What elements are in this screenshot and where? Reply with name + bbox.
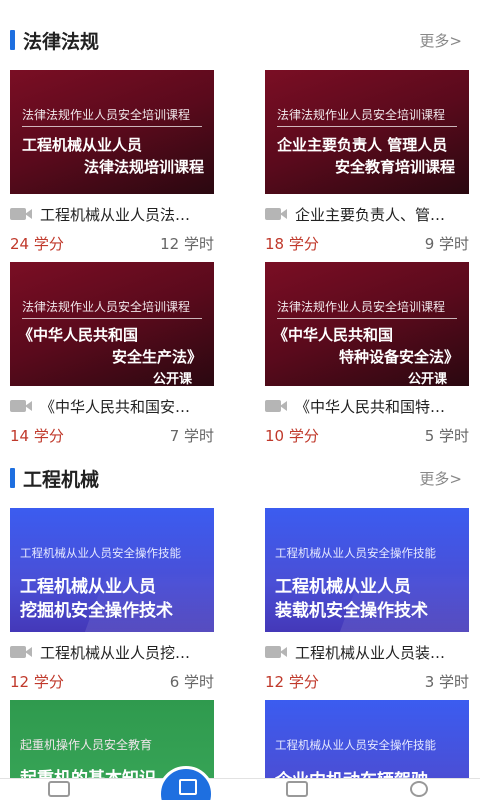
course-card[interactable]: 工程机械从业人员安全操作技能 工程机械从业人员 挖掘机安全操作技术 工程机械从业… (10, 508, 214, 691)
thumbnail-subtitle: 起重机操作人员安全教育 (20, 738, 153, 752)
course-title: 《中华人民共和国安… (40, 397, 191, 416)
video-camera-icon (265, 398, 289, 414)
thumbnail-subtitle: 工程机械从业人员安全操作技能 (20, 546, 181, 560)
course-title: 《中华人民共和国特… (295, 397, 446, 416)
thumbnail-line: 《中华人民共和国 (273, 326, 394, 344)
course-card[interactable]: 工程机械从业人员安全操作技能 工程机械从业人员 装载机安全操作技术 工程机械从业… (265, 508, 469, 691)
thumbnail-line: 法律法规培训课程 (83, 158, 204, 176)
course-thumbnail: 法律法规作业人员安全培训课程 企业主要负责人 管理人员 安全教育培训课程 (265, 70, 469, 194)
thumbnail-line: 安全教育培训课程 (334, 158, 455, 176)
thumbnail-line: 公开课 (152, 372, 192, 386)
bottom-tab-bar (0, 778, 480, 800)
video-camera-icon (10, 206, 34, 222)
message-icon[interactable] (286, 781, 308, 797)
course-hours: 5 学时 (424, 427, 469, 445)
thumbnail-line: 工程机械从业人员 (20, 577, 156, 597)
thumbnail-rule (277, 318, 457, 319)
thumbnail-subtitle: 法律法规作业人员安全培训课程 (22, 108, 191, 122)
home-icon[interactable] (48, 781, 70, 797)
thumbnail-line: 工程机械从业人员 (275, 577, 411, 597)
course-hours: 12 学时 (160, 235, 214, 253)
section-header-laws: 法律法规 更多> (0, 20, 480, 60)
thumbnail-subtitle: 法律法规作业人员安全培训课程 (22, 300, 191, 314)
thumbnail-line: 《中华人民共和国 (18, 326, 139, 344)
thumbnail-rule (22, 318, 202, 319)
thumbnail-line: 特种设备安全法》 (338, 348, 459, 366)
section-header-machinery: 工程机械 更多> (0, 458, 480, 498)
course-title: 企业主要负责人、管… (295, 205, 446, 224)
more-link[interactable]: 更多> (419, 468, 462, 489)
course-hours: 7 学时 (169, 427, 214, 445)
thumbnail-line: 装载机安全操作技术 (275, 601, 428, 621)
course-card[interactable]: 法律法规作业人员安全培训课程 《中华人民共和国 安全生产法》 公开课 《中华人民… (10, 262, 214, 445)
course-thumbnail: 法律法规作业人员安全培训课程 工程机械从业人员 法律法规培训课程 (10, 70, 214, 194)
thumbnail-subtitle: 法律法规作业人员安全培训课程 (277, 108, 446, 122)
thumbnail-subtitle: 法律法规作业人员安全培训课程 (277, 300, 446, 314)
thumbnail-line: 公开课 (407, 372, 447, 386)
course-thumbnail: 法律法规作业人员安全培训课程 《中华人民共和国 特种设备安全法》 公开课 (265, 262, 469, 386)
course-hours: 3 学时 (424, 673, 469, 691)
course-hours: 6 学时 (169, 673, 214, 691)
video-camera-icon (10, 644, 34, 660)
section-accent-bar (10, 30, 15, 50)
thumbnail-subtitle: 工程机械从业人员安全操作技能 (275, 546, 436, 560)
section-accent-bar (10, 468, 15, 488)
course-thumbnail: 工程机械从业人员安全操作技能 工程机械从业人员 装载机安全操作技术 (265, 508, 469, 632)
section-title: 法律法规 (23, 30, 100, 53)
course-hours: 9 学时 (424, 235, 469, 253)
more-link[interactable]: 更多> (419, 30, 462, 51)
course-credit: 12 学分 (265, 673, 319, 691)
course-credit: 12 学分 (10, 673, 64, 691)
section-title: 工程机械 (23, 468, 100, 491)
book-icon (179, 779, 197, 795)
thumbnail-rule (277, 126, 457, 127)
thumbnail-line: 挖掘机安全操作技术 (20, 601, 173, 621)
course-thumbnail: 工程机械从业人员安全操作技能 工程机械从业人员 挖掘机安全操作技术 (10, 508, 214, 632)
video-camera-icon (10, 398, 34, 414)
thumbnail-line: 安全生产法》 (111, 348, 202, 366)
course-credit: 14 学分 (10, 427, 64, 445)
course-title: 工程机械从业人员法… (40, 205, 191, 224)
course-card[interactable]: 法律法规作业人员安全培训课程 《中华人民共和国 特种设备安全法》 公开课 《中华… (265, 262, 469, 445)
course-title: 工程机械从业人员挖… (40, 643, 191, 662)
course-credit: 24 学分 (10, 235, 64, 253)
profile-icon[interactable] (410, 781, 428, 797)
thumbnail-line: 工程机械从业人员 (22, 136, 143, 154)
course-credit: 10 学分 (265, 427, 319, 445)
course-credit: 18 学分 (265, 235, 319, 253)
course-card[interactable]: 法律法规作业人员安全培训课程 企业主要负责人 管理人员 安全教育培训课程 企业主… (265, 70, 469, 253)
course-title: 工程机械从业人员装… (295, 643, 446, 662)
thumbnail-subtitle: 工程机械从业人员安全操作技能 (275, 738, 436, 752)
thumbnail-rule (22, 126, 202, 127)
video-camera-icon (265, 206, 289, 222)
thumbnail-line: 企业主要负责人 管理人员 (277, 136, 448, 154)
course-card[interactable]: 法律法规作业人员安全培训课程 工程机械从业人员 法律法规培训课程 工程机械从业人… (10, 70, 214, 253)
course-thumbnail: 法律法规作业人员安全培训课程 《中华人民共和国 安全生产法》 公开课 (10, 262, 214, 386)
video-camera-icon (265, 644, 289, 660)
